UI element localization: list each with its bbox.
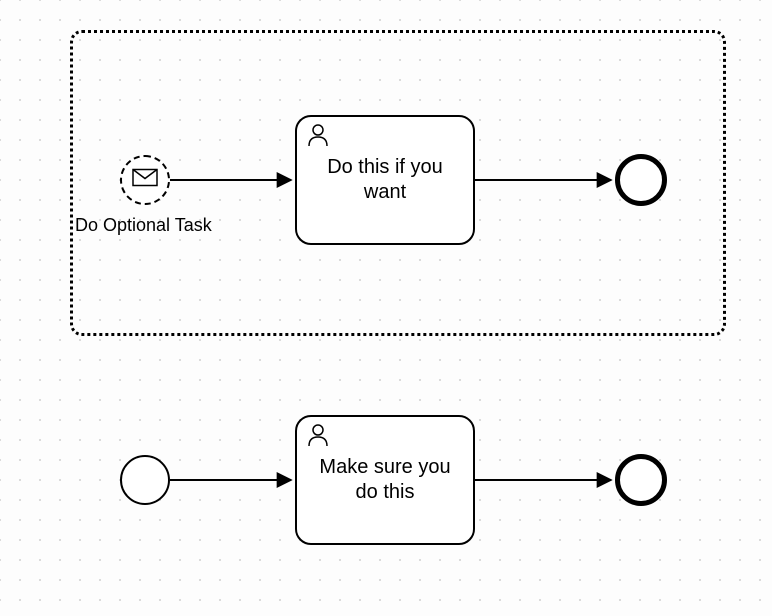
envelope-icon [132,169,158,192]
user-task-optional[interactable]: Do this if you want [295,115,475,245]
diagram-canvas: Do Optional Task Do this if you want [0,0,772,616]
start-event-label: Do Optional Task [75,215,212,236]
message-start-event[interactable] [120,155,170,205]
user-icon [307,123,329,152]
start-event[interactable] [120,455,170,505]
user-task-mandatory[interactable]: Make sure you do this [295,415,475,545]
sequence-flow [475,470,615,490]
user-icon [307,423,329,452]
task-label: Make sure you do this [307,455,463,505]
main-end-event[interactable] [615,454,667,506]
subprocess-end-event[interactable] [615,154,667,206]
task-label: Do this if you want [307,155,463,205]
sequence-flow [170,470,295,490]
